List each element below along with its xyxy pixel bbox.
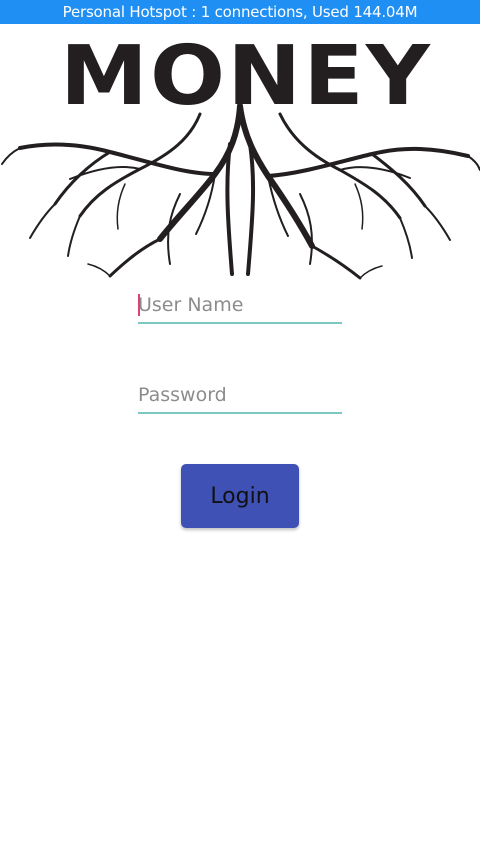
- money-roots-logo: MONEY: [0, 24, 480, 280]
- username-input[interactable]: [138, 290, 342, 320]
- password-input[interactable]: [138, 380, 342, 410]
- username-underline: [138, 322, 342, 324]
- password-field[interactable]: [138, 380, 342, 414]
- username-field[interactable]: [138, 290, 342, 324]
- logo-text: MONEY: [60, 29, 432, 124]
- roots-icon: MONEY: [1, 29, 480, 280]
- password-underline: [138, 412, 342, 414]
- login-button[interactable]: Login: [181, 464, 299, 528]
- status-bar: Personal Hotspot : 1 connections, Used 1…: [0, 0, 480, 24]
- text-cursor: [138, 294, 140, 316]
